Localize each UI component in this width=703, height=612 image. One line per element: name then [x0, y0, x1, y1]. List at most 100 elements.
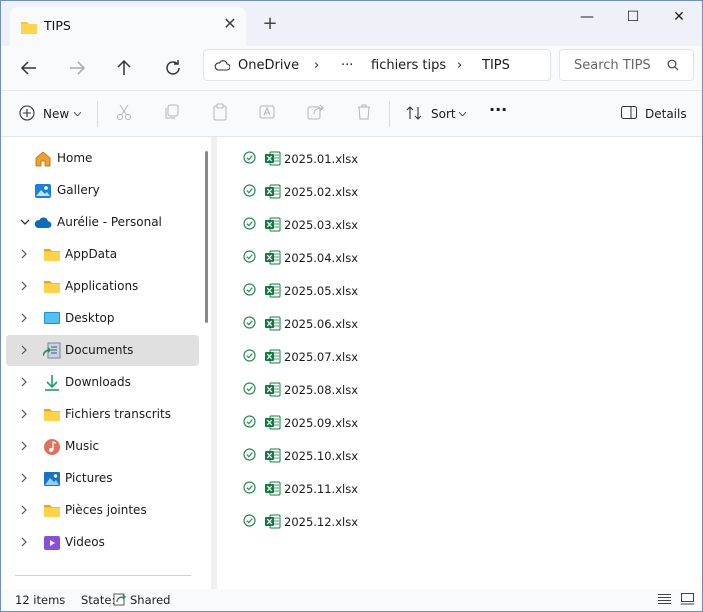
- chevron-right-icon[interactable]: [19, 536, 29, 548]
- folder-icon: [43, 406, 61, 424]
- share-button[interactable]: [306, 102, 326, 126]
- sidebar-item-downloads[interactable]: Downloads: [6, 367, 199, 398]
- cut-button[interactable]: [114, 102, 134, 126]
- file-name: 2025.06.xlsx: [284, 317, 359, 331]
- onedrive-cloud-icon: [214, 59, 231, 75]
- chevron-right-icon[interactable]: [19, 280, 29, 292]
- breadcrumb-more[interactable]: ···: [341, 58, 353, 73]
- sidebar-item-gallery[interactable]: Gallery: [6, 175, 199, 206]
- sidebar-scrollbar[interactable]: [205, 151, 208, 323]
- home-icon: [34, 150, 52, 168]
- delete-button[interactable]: [354, 102, 374, 126]
- more-options-button[interactable]: ···: [489, 102, 515, 126]
- sidebar-item-label: Pièces jointes: [65, 503, 147, 517]
- maximize-button[interactable]: ☐: [615, 7, 651, 27]
- sidebar-item-home[interactable]: Home: [6, 143, 199, 174]
- details-button[interactable]: Details: [619, 102, 689, 126]
- address-bar-row: OneDrive › ··· fichiers tips › TIPS Sear…: [1, 46, 702, 91]
- downloads-icon: [43, 374, 61, 392]
- list-item[interactable]: 2025.10.xlsx: [239, 442, 369, 468]
- chevron-down-icon: [74, 112, 81, 116]
- sidebar-item-pi-ces-jointes[interactable]: Pièces jointes: [6, 495, 199, 526]
- tab-title: TIPS: [44, 18, 71, 33]
- list-item[interactable]: 2025.12.xlsx: [239, 508, 369, 534]
- details-pane-icon: [621, 106, 637, 119]
- sidebar-item-videos[interactable]: Videos: [6, 527, 199, 558]
- videos-icon: [43, 534, 61, 552]
- state-label: State:: [81, 593, 116, 607]
- sidebar-item-music[interactable]: Music: [6, 431, 199, 462]
- address-box[interactable]: OneDrive › ··· fichiers tips › TIPS: [203, 49, 551, 81]
- sidebar-item-pictures[interactable]: Pictures: [6, 463, 199, 494]
- refresh-button[interactable]: [161, 56, 185, 80]
- chevron-right-icon[interactable]: [19, 248, 29, 260]
- chevron-right-icon[interactable]: [19, 312, 29, 324]
- folder-icon: [43, 278, 61, 296]
- list-item[interactable]: 2025.05.xlsx: [239, 277, 369, 303]
- refresh-icon: [166, 60, 180, 75]
- paste-button[interactable]: [210, 102, 230, 126]
- sidebar-item-label: Applications: [65, 279, 139, 293]
- minimize-button[interactable]: —: [569, 7, 605, 27]
- list-item[interactable]: 2025.07.xlsx: [239, 343, 369, 369]
- chevron-right-icon[interactable]: [19, 408, 29, 420]
- new-button[interactable]: New: [17, 102, 83, 126]
- sidebar-separator: [15, 575, 191, 576]
- state-value: Shared: [130, 593, 171, 607]
- list-item[interactable]: 2025.03.xlsx: [239, 211, 369, 237]
- gallery-icon: [34, 182, 52, 200]
- onedrive-cloud-icon: [34, 214, 52, 232]
- rename-button[interactable]: [258, 102, 278, 126]
- sidebar-item-desktop[interactable]: Desktop: [6, 303, 199, 334]
- list-item[interactable]: 2025.02.xlsx: [239, 178, 369, 204]
- sidebar-item-label: Fichiers transcrits: [65, 407, 171, 421]
- sidebar-item-appdata[interactable]: AppData: [6, 239, 199, 270]
- sidebar-item-fichiers-transcrits[interactable]: Fichiers transcrits: [6, 399, 199, 430]
- list-item[interactable]: 2025.08.xlsx: [239, 376, 369, 402]
- sidebar-item-documents[interactable]: Documents: [6, 335, 199, 366]
- sort-button[interactable]: Sort: [405, 102, 467, 126]
- tab-tips[interactable]: TIPS ✕: [10, 7, 246, 46]
- chevron-right-icon[interactable]: [19, 376, 29, 388]
- list-item[interactable]: 2025.11.xlsx: [239, 475, 369, 501]
- chevron-down-icon: [459, 112, 466, 116]
- new-tab-button[interactable]: +: [260, 14, 280, 34]
- breadcrumb-onedrive[interactable]: OneDrive: [238, 58, 299, 73]
- chevron-right-icon[interactable]: [19, 504, 29, 516]
- sync-check-icon: [243, 349, 256, 365]
- sync-check-icon: [243, 448, 256, 464]
- tiles-view-icon[interactable]: [681, 593, 694, 608]
- close-tab-button[interactable]: ✕: [220, 14, 240, 34]
- excel-file-icon: [265, 283, 281, 301]
- breadcrumb-separator: ›: [457, 58, 463, 73]
- shared-icon: [113, 592, 127, 609]
- file-name: 2025.02.xlsx: [284, 185, 359, 199]
- chevron-right-icon[interactable]: [19, 344, 29, 356]
- list-item[interactable]: 2025.04.xlsx: [239, 244, 369, 270]
- details-view-icon[interactable]: [658, 593, 671, 608]
- sidebar-item-applications[interactable]: Applications: [6, 271, 199, 302]
- sidebar-item-aur-lie-personal[interactable]: Aurélie - Personal: [6, 207, 199, 238]
- list-item[interactable]: 2025.01.xlsx: [239, 145, 369, 171]
- file-name: 2025.11.xlsx: [284, 482, 359, 496]
- close-window-button[interactable]: ✕: [661, 7, 697, 27]
- chevron-right-icon[interactable]: [19, 440, 29, 452]
- back-button[interactable]: [17, 56, 41, 80]
- chevron-down-icon[interactable]: [19, 216, 30, 228]
- up-arrow-icon: [117, 59, 131, 75]
- sidebar-item-label: Aurélie - Personal: [57, 215, 162, 229]
- chevron-right-icon[interactable]: [19, 472, 29, 484]
- excel-file-icon: [265, 481, 281, 499]
- search-input[interactable]: Search TIPS: [559, 49, 694, 81]
- up-button[interactable]: [112, 56, 136, 80]
- breadcrumb-fichiers-tips[interactable]: fichiers tips: [371, 58, 446, 73]
- list-item[interactable]: 2025.06.xlsx: [239, 310, 369, 336]
- title-bar: TIPS ✕ + — ☐ ✕: [1, 1, 702, 46]
- breadcrumb-tips[interactable]: TIPS: [482, 58, 510, 73]
- forward-button[interactable]: [65, 56, 89, 80]
- list-item[interactable]: 2025.09.xlsx: [239, 409, 369, 435]
- sort-icon: [406, 106, 422, 120]
- copy-button[interactable]: [162, 102, 182, 126]
- music-icon: [43, 438, 61, 456]
- file-name: 2025.07.xlsx: [284, 350, 359, 364]
